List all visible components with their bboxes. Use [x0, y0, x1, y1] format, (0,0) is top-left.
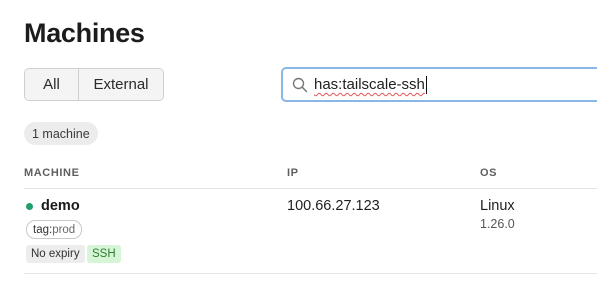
search-query-text: has:tailscale-ssh — [314, 76, 425, 93]
column-header-ip[interactable]: IP — [287, 167, 299, 179]
machine-name-link[interactable]: demo — [41, 198, 80, 214]
machine-ip: 100.66.27.123 — [287, 198, 380, 214]
machine-version: 1.26.0 — [480, 217, 515, 231]
page-title: Machines — [24, 18, 145, 48]
tag-value: prod — [52, 223, 76, 236]
search-icon — [292, 77, 308, 92]
online-status-dot — [26, 203, 33, 210]
machine-count-badge: 1 machine — [24, 122, 98, 145]
tag-key: tag: — [33, 223, 53, 236]
table-header-divider — [24, 188, 597, 189]
ssh-badge: SSH — [87, 245, 121, 263]
table-row-divider — [24, 273, 597, 274]
machine-filter-toggle: All External — [24, 68, 164, 101]
machine-os: Linux — [480, 198, 515, 214]
column-header-os[interactable]: OS — [480, 167, 497, 179]
no-expiry-badge: No expiry — [26, 245, 85, 263]
filter-external-button[interactable]: External — [79, 69, 163, 100]
text-caret — [425, 75, 427, 94]
column-header-machine[interactable]: MACHINE — [24, 167, 80, 179]
filter-all-button[interactable]: All — [25, 69, 79, 100]
search-input[interactable]: has:tailscale-ssh — [281, 67, 597, 102]
machine-tag: tag: prod — [26, 220, 83, 239]
